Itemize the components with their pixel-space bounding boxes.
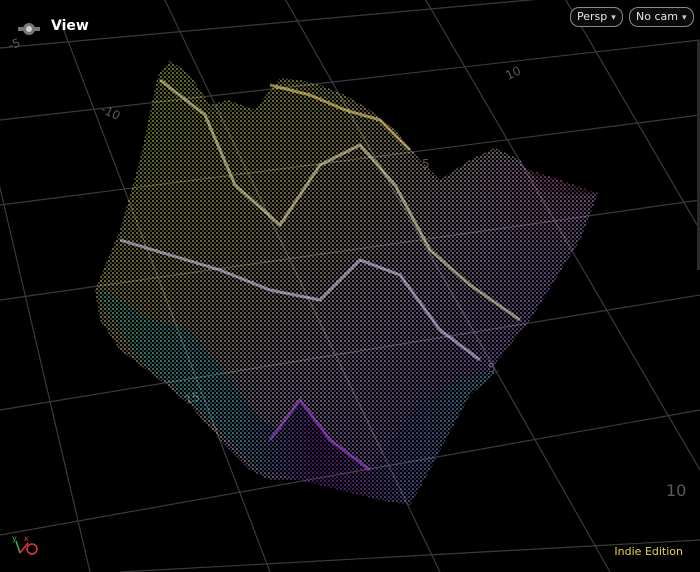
3d-scene[interactable]: -10 10 5 -5 5 10 15: [0, 0, 700, 572]
camera-menu-button[interactable]: No cam ▾: [629, 7, 694, 27]
grid-label: 10: [666, 481, 686, 500]
view-icon: [16, 19, 42, 39]
point-cloud-surface: [95, 60, 598, 505]
chevron-down-icon: ▾: [681, 13, 687, 23]
grid-label: -10: [99, 102, 123, 123]
scene-viewport[interactable]: -10 10 5 -5 5 10 15: [0, 0, 700, 572]
axis-label-y: y: [12, 534, 17, 543]
camera-menu-label: No cam: [636, 10, 678, 23]
edition-label: Indie Edition: [614, 545, 683, 558]
axis-label-x: x: [24, 534, 29, 543]
axis-gizmo-icon: y x: [12, 533, 48, 559]
projection-menu-label: Persp: [577, 10, 608, 23]
viewport-title: View: [51, 18, 89, 34]
chevron-down-icon: ▾: [611, 13, 616, 23]
grid-label: 10: [503, 64, 523, 83]
projection-menu-button[interactable]: Persp ▾: [570, 7, 623, 27]
